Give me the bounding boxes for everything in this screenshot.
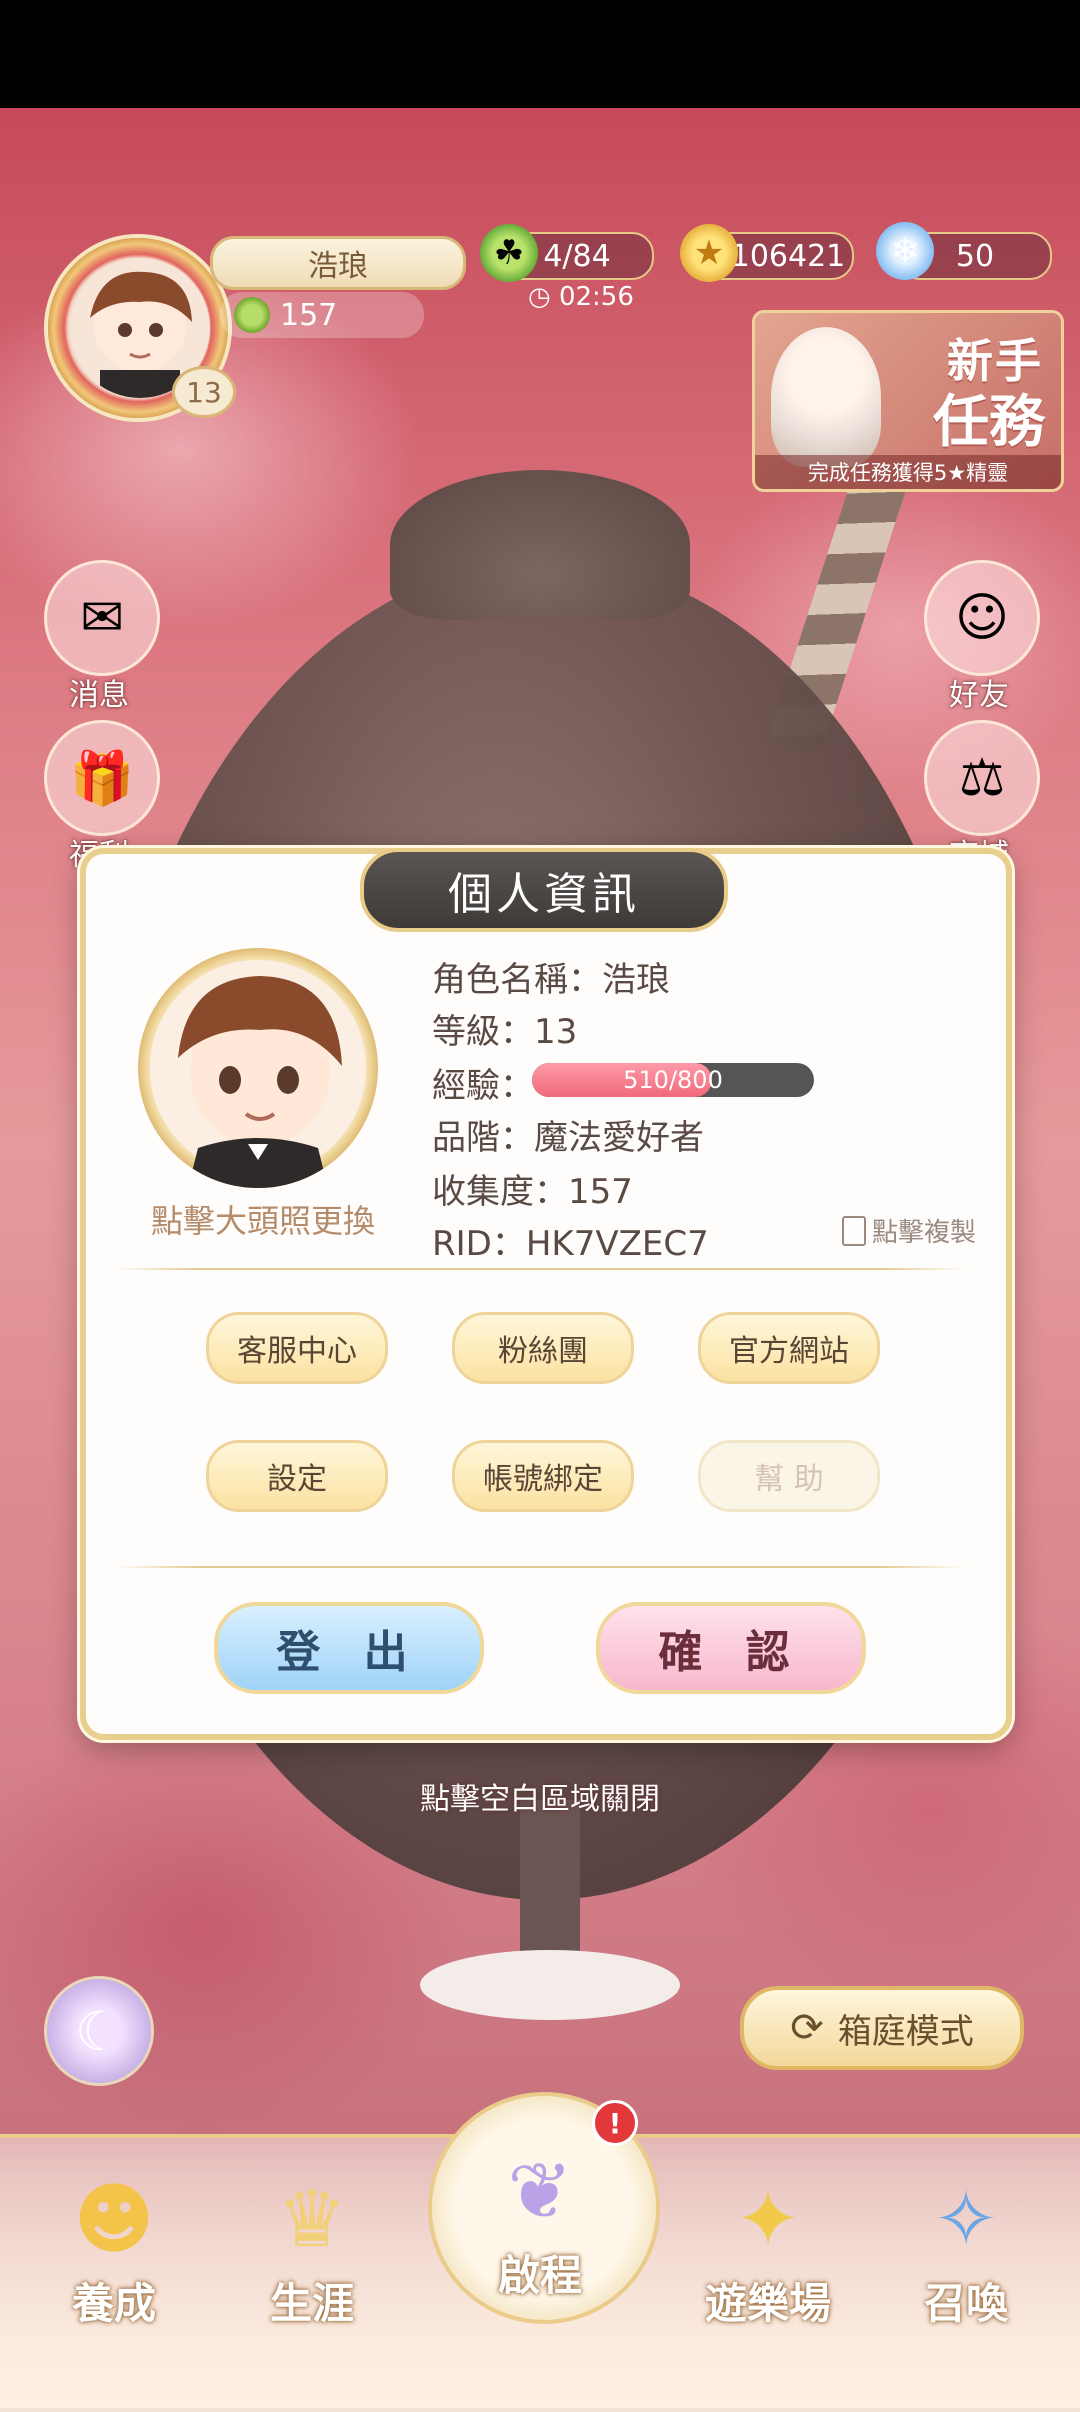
nav-cultivate[interactable]: ☻ 養成 <box>24 2150 204 2331</box>
magic-book-icon: ❦ <box>507 2147 573 2237</box>
info-rid: RID：HK7VZEC7 <box>432 1224 709 1264</box>
coin-icon: ★ <box>680 224 738 282</box>
change-avatar-hint[interactable]: 點擊大頭照更換 <box>128 1196 398 1242</box>
info-name: 角色名稱：浩琅 <box>432 960 670 1000</box>
account-binding-button[interactable]: 帳號綁定 <box>452 1440 634 1512</box>
close-hint[interactable]: 點擊空白區域關閉 <box>0 1774 1080 1818</box>
task-title-line2: 任務 <box>933 390 1045 455</box>
task-caption: 完成任務獲得5★精靈 <box>755 455 1061 489</box>
clover-icon: ☘ <box>480 224 538 282</box>
player-name: 浩琅 <box>210 236 466 290</box>
nav-playground-label: 遊樂場 <box>704 2279 831 2328</box>
confirm-button[interactable]: 確 認 <box>596 1602 866 1694</box>
info-collection: 收集度：157 <box>432 1172 633 1212</box>
clover-icon <box>234 297 270 333</box>
crown-icon: ♛ <box>277 2175 347 2265</box>
rewards-button[interactable]: 🎁 福利 <box>44 720 160 873</box>
fan-club-button[interactable]: 粉絲團 <box>452 1312 634 1384</box>
friend-icon: ☺ <box>924 560 1040 676</box>
settings-button[interactable]: 設定 <box>206 1440 388 1512</box>
moon-icon[interactable]: ☾ <box>44 1976 154 2086</box>
girl-face-icon: ☻ <box>73 2175 155 2265</box>
star-diamond-icon: ✦ <box>735 2175 801 2265</box>
exp-progress-text: 510/800 <box>623 1066 723 1094</box>
garden-mode-label: 箱庭模式 <box>837 2011 974 2052</box>
shop-scale-icon: ⚖ <box>924 720 1040 836</box>
summon-card-icon: ✧ <box>933 2175 999 2265</box>
new-player-task-banner[interactable]: 新手 任務 完成任務獲得5★精靈 <box>752 310 1064 492</box>
collection-count: 157 <box>220 292 424 338</box>
copy-rid-button[interactable]: 點擊複製 <box>842 1212 976 1249</box>
nav-journey-label: 啟程 <box>497 2251 582 2300</box>
nav-journey[interactable]: ❦ 啟程 <box>450 2122 630 2303</box>
nav-career[interactable]: ♛ 生涯 <box>222 2150 402 2331</box>
refresh-icon: ⟳ <box>790 2005 824 2051</box>
copy-icon <box>842 1215 866 1246</box>
nav-summon[interactable]: ✧ 召喚 <box>876 2150 1056 2331</box>
nav-playground[interactable]: ✦ 遊樂場 <box>678 2150 858 2331</box>
collection-value: 157 <box>280 297 338 333</box>
stamina-value: 4/84 <box>543 238 611 274</box>
envelope-icon: ✉ <box>44 560 160 676</box>
official-website-button[interactable]: 官方網站 <box>698 1312 880 1384</box>
divider-bottom <box>114 1566 966 1568</box>
messages-button[interactable]: ✉ 消息 <box>44 560 160 713</box>
task-girl-illustration <box>771 327 881 467</box>
scene-base <box>420 1950 680 2020</box>
player-level-badge: 13 <box>172 366 236 418</box>
timer-value: 02:56 <box>558 282 634 312</box>
info-exp-label: 經驗： <box>432 1066 534 1106</box>
messages-label: 消息 <box>69 678 129 713</box>
help-button[interactable]: 幫 助 <box>698 1440 880 1512</box>
profile-avatar[interactable] <box>138 948 378 1188</box>
scene-crown <box>390 470 690 620</box>
info-level: 等級：13 <box>432 1012 578 1052</box>
logout-button[interactable]: 登 出 <box>214 1602 484 1694</box>
status-bar <box>0 0 1080 108</box>
dialog-title: 個人資訊 <box>360 848 728 932</box>
info-rank: 品階：魔法愛好者 <box>432 1118 704 1158</box>
nav-cultivate-label: 養成 <box>71 2279 156 2328</box>
copy-label: 點擊複製 <box>872 1218 977 1248</box>
friends-button[interactable]: ☺ 好友 <box>924 560 1040 713</box>
nav-career-label: 生涯 <box>269 2279 354 2328</box>
shop-button[interactable]: ⚖ 商城 <box>924 720 1040 873</box>
customer-service-button[interactable]: 客服中心 <box>206 1312 388 1384</box>
gem-value: 50 <box>955 238 995 274</box>
stamina-timer: ◷ 02:56 <box>528 282 634 312</box>
gift-icon: 🎁 <box>44 720 160 836</box>
nav-summon-label: 召喚 <box>923 2279 1008 2328</box>
friends-label: 好友 <box>949 678 1009 713</box>
gem-icon: ❄ <box>876 222 934 280</box>
exp-progress-bar: 510/800 <box>532 1063 814 1097</box>
garden-mode-button[interactable]: ⟳ 箱庭模式 <box>740 1986 1024 2070</box>
divider-top <box>114 1268 966 1270</box>
